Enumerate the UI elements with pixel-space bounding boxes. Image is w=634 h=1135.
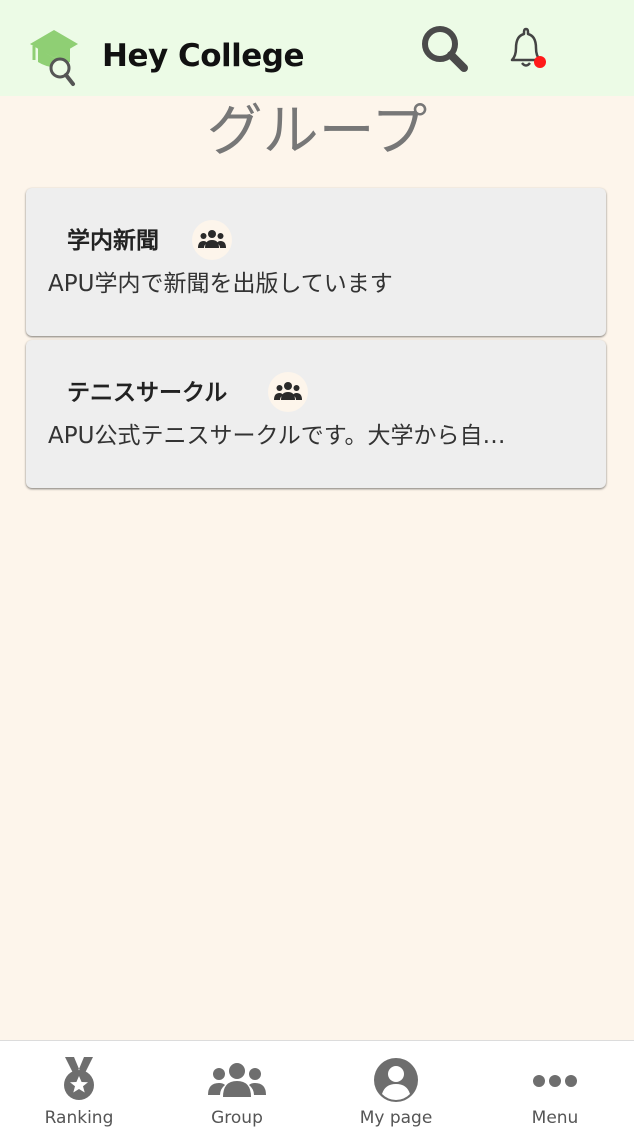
- bell-icon: [510, 27, 546, 68]
- nav-item-group[interactable]: Group: [158, 1041, 316, 1135]
- medal-icon: [64, 1057, 94, 1100]
- group-icon: [192, 220, 232, 260]
- notifications-button[interactable]: [500, 26, 554, 76]
- nav-item-ranking[interactable]: Ranking: [0, 1041, 158, 1135]
- nav-label: Ranking: [44, 1108, 114, 1128]
- group-name: 学内新聞: [67, 228, 159, 254]
- group-icon: [208, 1063, 266, 1097]
- group-card[interactable]: テニスサークル APU公式テニスサークルです。大学から自…: [26, 340, 606, 488]
- bottom-navigation: Ranking Group My page Menu: [0, 1040, 634, 1135]
- app-title: Hey College: [102, 38, 305, 74]
- search-icon: [422, 26, 468, 72]
- graduation-cap-magnifier-icon: [30, 30, 78, 86]
- search-button[interactable]: [418, 22, 472, 76]
- user-circle-icon: [374, 1058, 418, 1102]
- app-logo[interactable]: [28, 26, 84, 90]
- notification-badge-dot: [534, 56, 546, 68]
- app-header: Hey College: [0, 0, 634, 96]
- group-icon: [268, 372, 308, 412]
- nav-label: My page: [359, 1108, 433, 1128]
- nav-item-my-page[interactable]: My page: [317, 1041, 475, 1135]
- more-dots-icon: [533, 1075, 577, 1087]
- nav-item-menu[interactable]: Menu: [476, 1041, 634, 1135]
- nav-label: Menu: [531, 1108, 579, 1128]
- group-card[interactable]: 学内新聞 APU学内で新聞を出版しています: [26, 188, 606, 336]
- group-description: APU学内で新聞を出版しています: [48, 271, 393, 297]
- nav-label: Group: [211, 1108, 263, 1128]
- group-description: APU公式テニスサークルです。大学から自…: [48, 423, 506, 449]
- page-title: グループ: [206, 99, 428, 164]
- group-name: テニスサークル: [67, 380, 228, 406]
